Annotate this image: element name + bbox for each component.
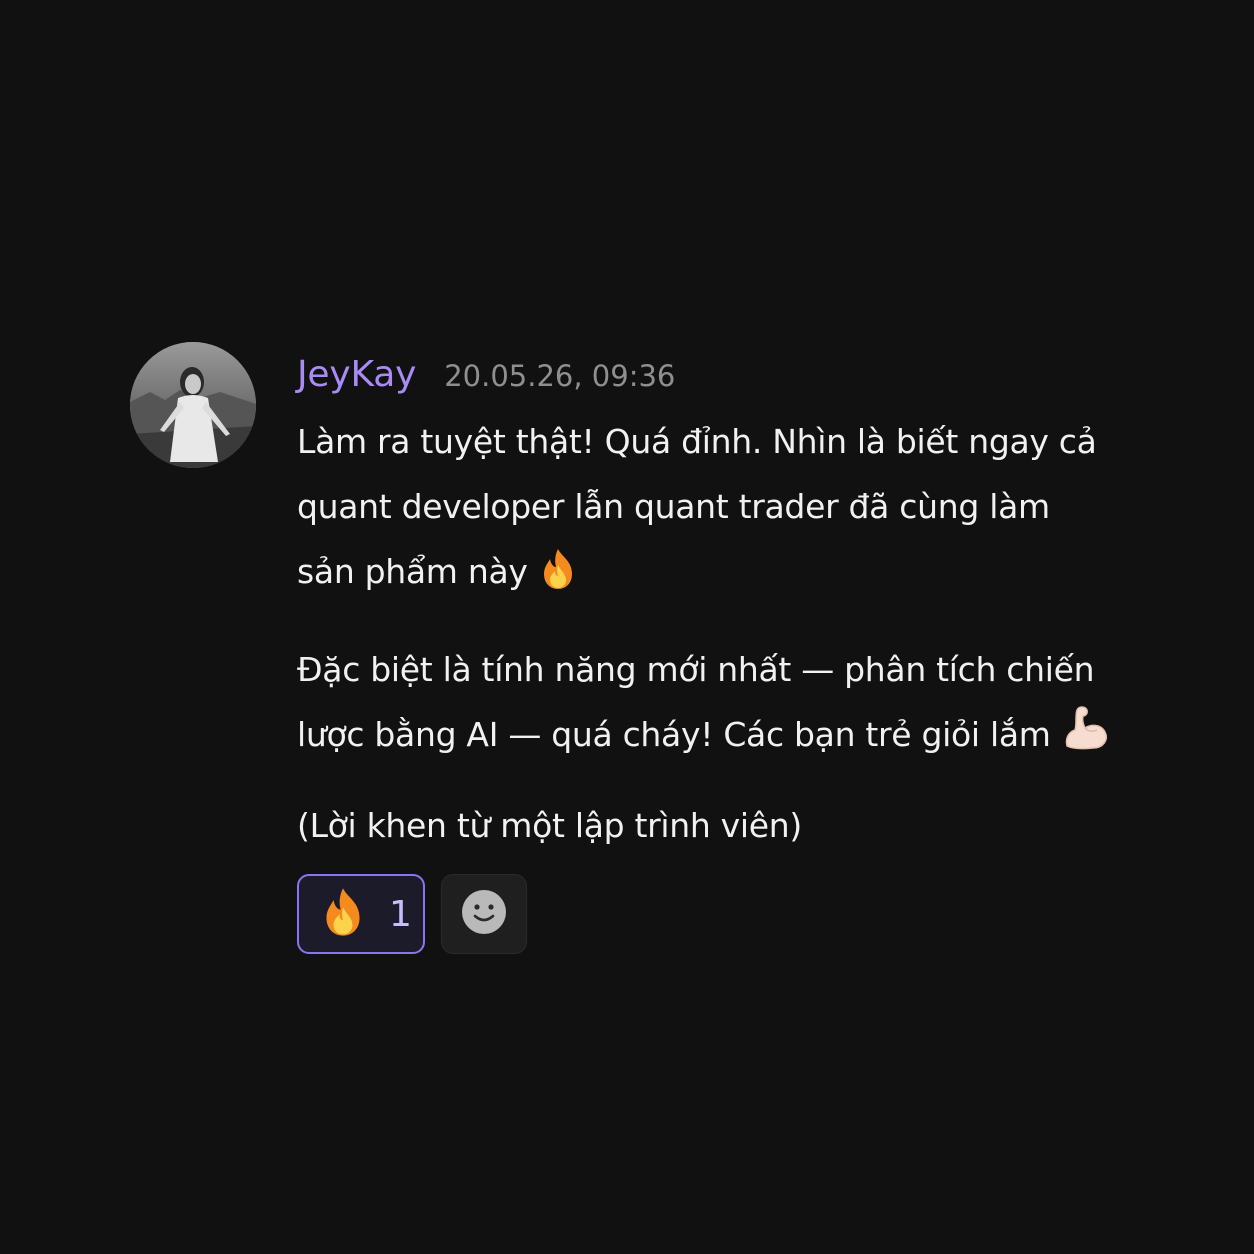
fire-icon (536, 547, 580, 612)
flexed-biceps-icon (1059, 702, 1111, 775)
avatar[interactable] (130, 342, 256, 468)
reaction-count: 1 (389, 893, 412, 935)
message-timestamp: 20.05.26, 09:36 (444, 358, 676, 393)
smiley-icon (460, 888, 508, 940)
message-paragraph: (Lời khen từ một lập trình viên) (297, 806, 802, 845)
message-paragraph: Làm ra tuyệt thật! Quá đỉnh. Nhìn là biế… (297, 409, 1117, 612)
reactions-bar: 1 (297, 874, 1117, 954)
paragraph-text: Làm ra tuyệt thật! Quá đỉnh. Nhìn là biế… (297, 422, 1097, 591)
fire-reaction-button[interactable]: 1 (297, 874, 425, 954)
add-reaction-button[interactable] (441, 874, 527, 954)
message-paragraph: Đặc biệt là tính năng mới nhất — phân tí… (297, 637, 1117, 775)
message-content: JeyKay 20.05.26, 09:36 Làm ra tuyệt thật… (297, 342, 1117, 954)
message-header: JeyKay 20.05.26, 09:36 (297, 341, 1117, 407)
fire-icon (317, 886, 369, 942)
paragraph-text: Đặc biệt là tính năng mới nhất — phân tí… (297, 650, 1095, 754)
author-name[interactable]: JeyKay (297, 354, 416, 395)
